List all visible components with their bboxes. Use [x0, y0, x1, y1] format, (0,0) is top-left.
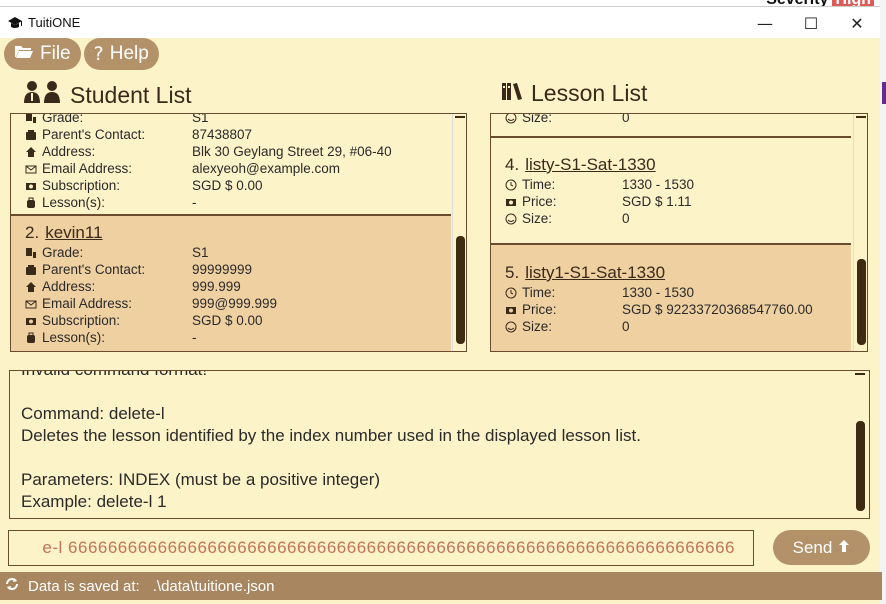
lesson-list-scrollbar[interactable] [853, 114, 867, 351]
save-path: .\data\tuitione.json [152, 577, 275, 595]
graduation-cap-icon [6, 14, 24, 32]
price-row: Price: SGD $ 1.11 [505, 193, 851, 210]
subscription-row: Subscription: SGD $ 0.00 [25, 177, 451, 194]
student-card[interactable]: Grade: S1 Parent's Contact: 87438807 Addre… [11, 114, 451, 216]
lesson-card-selected[interactable]: 5. listy1-S1-Sat-1330 Time: 1330 - 1530 Pr… [491, 245, 851, 351]
student-name: 2. kevin11 [25, 223, 103, 242]
background-accent [882, 82, 886, 104]
home-icon [25, 281, 37, 293]
grade-icon [25, 114, 37, 124]
price-row: Price: SGD $ 92233720368547760.00 [505, 301, 851, 318]
phone-icon [25, 129, 37, 141]
money-icon [505, 196, 517, 208]
scrollbar-thumb[interactable] [857, 259, 866, 345]
email-row: Email Address: alexyeoh@example.com [25, 160, 451, 177]
subscription-row: Subscription: SGD $ 0.00 [25, 312, 451, 329]
close-button[interactable]: ✕ [834, 7, 880, 39]
time-row: Time: 1330 - 1530 [505, 284, 851, 301]
lesson-card[interactable]: Size: 0 [491, 114, 851, 138]
question-icon: ? [93, 43, 104, 65]
scrollbar-thumb[interactable] [456, 236, 465, 344]
file-menu-button[interactable]: File [4, 38, 81, 70]
title-bar: TuitiONE — ☐ ✕ [0, 6, 880, 38]
bag-icon [25, 197, 37, 209]
phone-icon [25, 264, 37, 276]
scrollbar-arrow[interactable] [455, 116, 465, 118]
contact-row: Parent's Contact: 87438807 [25, 126, 451, 143]
maximize-button[interactable]: ☐ [788, 7, 834, 39]
background-edge [880, 0, 886, 604]
money-icon [25, 315, 37, 327]
command-input[interactable]: e-l 666666666666666666666666666666666666… [8, 530, 754, 566]
students-icon [22, 80, 64, 110]
result-display[interactable]: Invalid command format! Command: delete-… [9, 370, 870, 519]
lessons-row: Lesson(s): - [25, 194, 451, 211]
sync-icon [4, 576, 20, 596]
lessons-row: Lesson(s): - [25, 329, 451, 346]
lesson-name: 5. listy1-S1-Sat-1330 [505, 263, 666, 282]
lesson-name: 4. listy-S1-Sat-1330 [505, 155, 656, 174]
grade-row: Grade: S1 [25, 114, 451, 126]
window-title: TuitiONE [28, 15, 81, 30]
smile-icon [505, 213, 517, 225]
books-icon [501, 80, 525, 107]
status-label: Data is saved at: [28, 577, 140, 595]
size-row: Size: 0 [505, 210, 851, 227]
grade-row: Grade: S1 [25, 244, 451, 261]
send-button[interactable]: Send [773, 530, 870, 565]
home-icon [25, 146, 37, 158]
menu-bar: File ? Help [4, 38, 159, 70]
student-list-heading: Student List [22, 80, 191, 110]
student-list[interactable]: Grade: S1 Parent's Contact: 87438807 Addre… [10, 113, 467, 352]
address-row: Address: Blk 30 Geylang Street 29, #06-40 [25, 143, 451, 160]
money-icon [505, 304, 517, 316]
smile-icon [505, 321, 517, 333]
clock-icon [505, 287, 517, 299]
result-text: Invalid command format! Command: delete-… [21, 371, 641, 511]
student-list-scrollbar[interactable] [452, 114, 466, 351]
lesson-list[interactable]: Size: 0 4. listy-S1-Sat-1330 Time: 1330 - 1… [490, 113, 868, 352]
lesson-list-heading: Lesson List [501, 80, 647, 107]
size-row: Size: 0 [505, 318, 851, 335]
arrow-up-icon [838, 538, 850, 558]
scrollbar-arrow[interactable] [855, 373, 865, 375]
time-row: Time: 1330 - 1530 [505, 176, 851, 193]
bag-icon [25, 332, 37, 344]
help-menu-button[interactable]: ? Help [83, 38, 159, 70]
mail-icon [25, 298, 37, 310]
status-bar: Data is saved at: .\data\tuitione.json [0, 572, 882, 600]
grade-icon [25, 247, 37, 259]
smile-icon [505, 114, 517, 124]
folder-icon [14, 43, 34, 65]
email-row: Email Address: 999@999.999 [25, 295, 451, 312]
clock-icon [505, 179, 517, 191]
scrollbar-thumb[interactable] [856, 421, 865, 511]
lesson-card[interactable]: 4. listy-S1-Sat-1330 Time: 1330 - 1530 Pri… [491, 138, 851, 245]
minimize-button[interactable]: — [742, 7, 788, 39]
size-row: Size: 0 [505, 114, 851, 126]
scrollbar-arrow[interactable] [856, 116, 866, 118]
student-card-selected[interactable]: 2. kevin11 Grade: S1 Parent's Contact: 9999… [11, 216, 451, 351]
address-row: Address: 999.999 [25, 278, 451, 295]
money-icon [25, 180, 37, 192]
contact-row: Parent's Contact: 99999999 [25, 261, 451, 278]
result-scrollbar[interactable] [853, 371, 867, 518]
mail-icon [25, 163, 37, 175]
